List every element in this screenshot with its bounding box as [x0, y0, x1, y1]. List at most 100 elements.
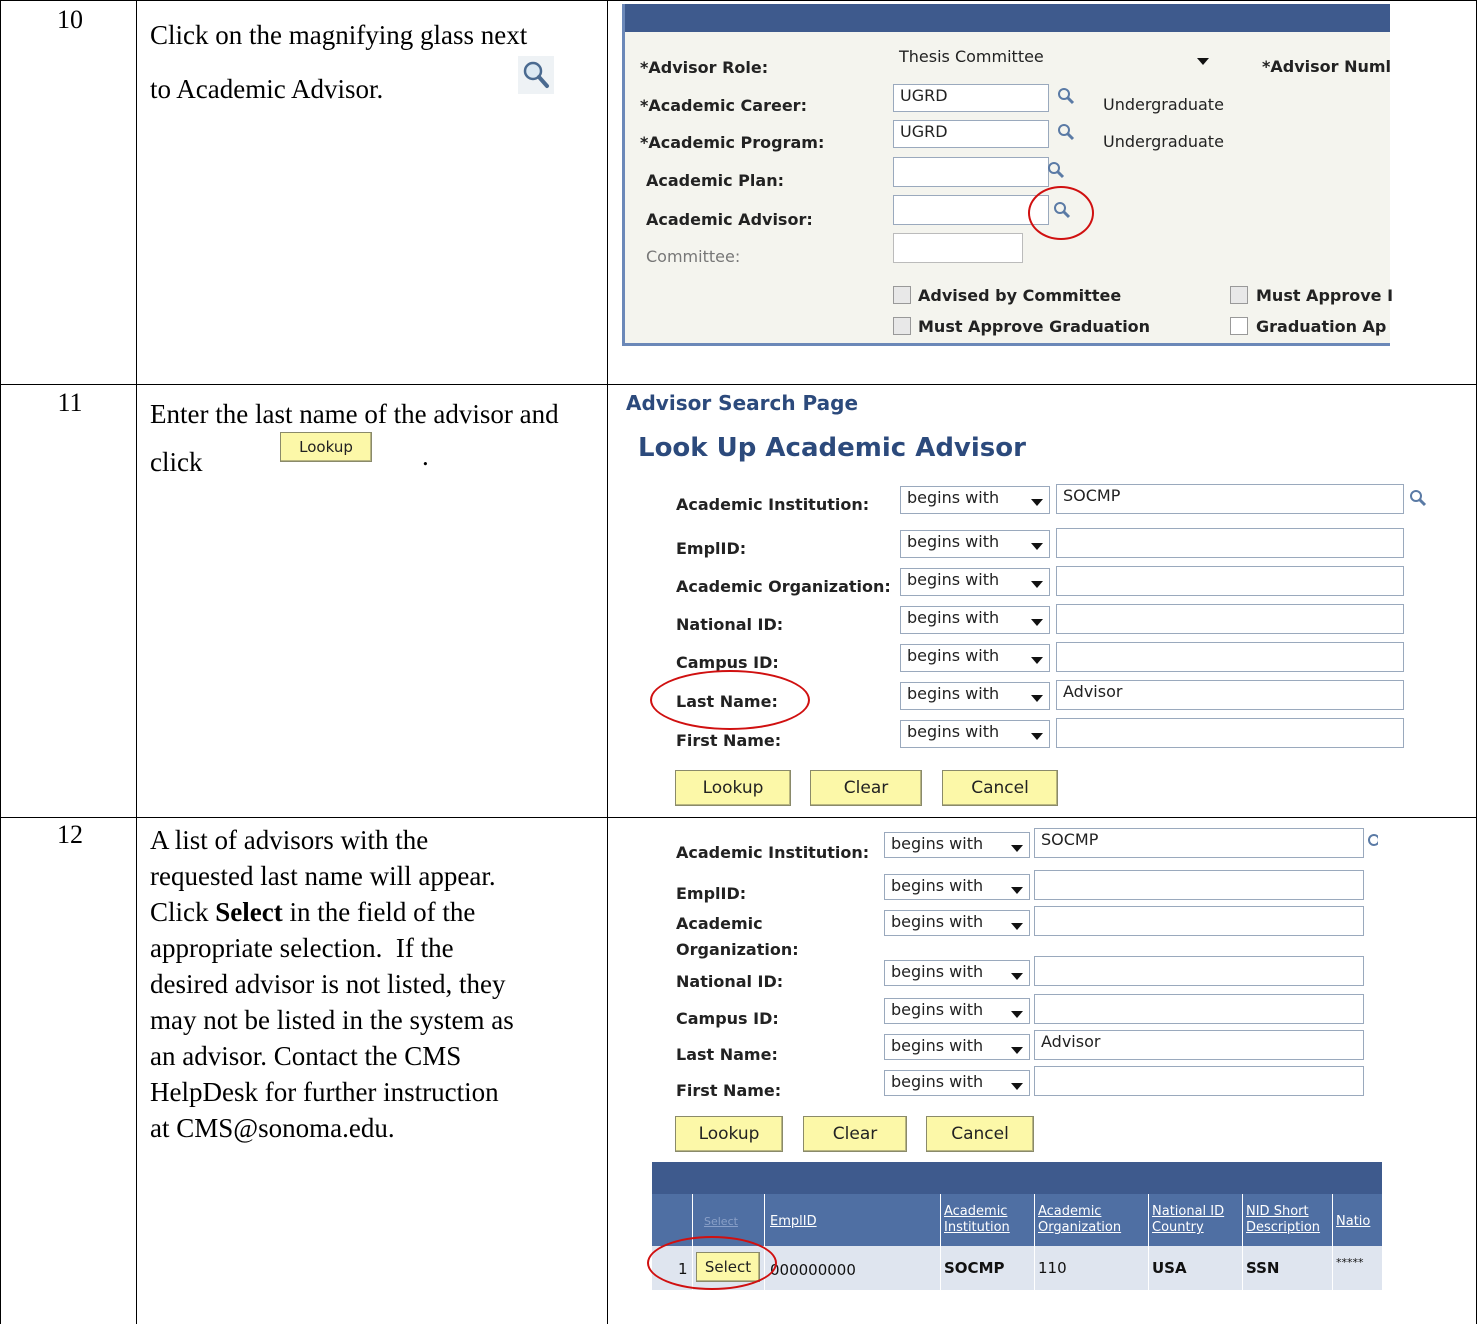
step-10-instruction: Click on the magnifying glass next to Ac… [150, 8, 550, 116]
academic-advisor-input[interactable] [893, 195, 1049, 225]
lookup-organization-input[interactable] [1056, 566, 1404, 596]
results-organization-label-line2: Organization: [676, 940, 799, 959]
academic-career-label: *Academic Career: [640, 96, 807, 115]
header-emplid[interactable]: EmplID [770, 1214, 817, 1230]
col-divider [940, 1194, 941, 1290]
row-organization: 110 [1038, 1259, 1067, 1277]
magnifying-glass-icon [518, 56, 554, 94]
results-campus-id-input[interactable] [1034, 994, 1364, 1024]
advised-by-committee-label: Advised by Committee [918, 286, 1122, 305]
must-approve-graduation-checkbox[interactable] [893, 317, 911, 335]
header-institution-line1[interactable]: Academic [944, 1204, 1007, 1220]
lookup-last-name-input[interactable]: Advisor [1056, 680, 1404, 710]
results-emplid-operator[interactable]: begins with [884, 874, 1030, 900]
academic-career-input[interactable]: UGRD [893, 84, 1049, 112]
results-institution-input[interactable]: SOCMP [1034, 828, 1364, 858]
lookup-campus-id-operator[interactable]: begins with [900, 644, 1050, 672]
header-country-line1[interactable]: National ID [1152, 1204, 1224, 1220]
graduation-app-checkbox[interactable] [1230, 317, 1248, 335]
results-lookup-button[interactable]: Lookup [675, 1116, 783, 1152]
cancel-button[interactable]: Cancel [942, 770, 1058, 806]
table-border-right [1476, 0, 1477, 1324]
step-12-line-3a: Click [150, 897, 216, 927]
chevron-down-icon [1031, 619, 1043, 626]
must-approve-checkbox[interactable] [1230, 286, 1248, 304]
lookup-button[interactable]: Lookup [675, 770, 791, 806]
table-row-divider-2 [0, 817, 1477, 818]
academic-program-description: Undergraduate [1103, 132, 1224, 151]
chevron-down-icon [1011, 1011, 1023, 1018]
results-organization-input[interactable] [1034, 906, 1364, 936]
academic-plan-input[interactable] [893, 157, 1049, 187]
col-divider [1148, 1194, 1149, 1290]
academic-plan-search-icon[interactable] [1046, 160, 1066, 180]
committee-input [893, 233, 1023, 263]
lookup-button-inline: Lookup [280, 432, 372, 462]
lookup-emplid-operator[interactable]: begins with [900, 530, 1050, 558]
chevron-down-icon [1031, 543, 1043, 550]
results-national-id-operator[interactable]: begins with [884, 960, 1030, 986]
header-nid-line2[interactable]: Description [1246, 1220, 1320, 1236]
academic-program-input[interactable]: UGRD [893, 120, 1049, 148]
row-nid: SSN [1246, 1259, 1280, 1277]
lookup-campus-id-input[interactable] [1056, 642, 1404, 672]
operator-value: begins with [891, 1072, 984, 1091]
results-first-name-operator[interactable]: begins with [884, 1070, 1030, 1096]
header-organization-line2[interactable]: Organization [1038, 1220, 1121, 1236]
lookup-emplid-input[interactable] [1056, 528, 1404, 558]
chevron-down-icon [1011, 1083, 1023, 1090]
academic-career-search-icon[interactable] [1056, 86, 1076, 106]
lookup-national-id-operator[interactable]: begins with [900, 606, 1050, 634]
committee-label: Committee: [646, 247, 741, 266]
results-last-name-operator[interactable]: begins with [884, 1034, 1030, 1060]
lookup-first-name-input[interactable] [1056, 718, 1404, 748]
step-12-line-4: appropriate selection. If the [150, 933, 454, 963]
operator-value: begins with [891, 962, 984, 981]
results-cancel-button[interactable]: Cancel [926, 1116, 1034, 1152]
header-institution-line2[interactable]: Institution [944, 1220, 1010, 1236]
step-12-instruction: A list of advisors with the requested la… [150, 822, 600, 1146]
highlight-circle-last-name [650, 670, 810, 730]
results-clear-button[interactable]: Clear [803, 1116, 907, 1152]
lookup-institution-operator[interactable]: begins with [900, 486, 1050, 514]
results-last-name-label: Last Name: [676, 1045, 778, 1064]
step-12-line-5: desired advisor is not listed, they [150, 969, 506, 999]
results-organization-operator[interactable]: begins with [884, 910, 1030, 936]
academic-career-description: Undergraduate [1103, 95, 1224, 114]
results-institution-search-icon[interactable] [1366, 832, 1380, 852]
lookup-institution-input[interactable]: SOCMP [1056, 484, 1404, 514]
results-last-name-input[interactable]: Advisor [1034, 1030, 1364, 1060]
header-select[interactable]: Select [704, 1214, 738, 1230]
operator-value: begins with [907, 722, 1000, 741]
operator-value: begins with [891, 1000, 984, 1019]
step-number-10: 10 [57, 5, 83, 34]
must-approve-graduation-label: Must Approve Graduation [918, 317, 1151, 336]
results-institution-operator[interactable]: begins with [884, 832, 1030, 858]
chevron-down-icon [1011, 973, 1023, 980]
header-country-line2[interactable]: Country [1152, 1220, 1204, 1236]
chevron-down-icon [1011, 923, 1023, 930]
results-national-id-input[interactable] [1034, 956, 1364, 986]
step-12-line-3b: in the field of the [282, 897, 476, 927]
results-first-name-input[interactable] [1034, 1066, 1364, 1096]
lookup-organization-operator[interactable]: begins with [900, 568, 1050, 596]
lookup-last-name-operator[interactable]: begins with [900, 682, 1050, 710]
header-nid-line1[interactable]: NID Short [1246, 1204, 1309, 1220]
advisor-form-header-bar [625, 4, 1390, 32]
header-organization-line1[interactable]: Academic [1038, 1204, 1101, 1220]
step-12-line-6: may not be listed in the system as [150, 1005, 514, 1035]
advisor-role-select[interactable]: Thesis Committee [893, 46, 1215, 72]
chevron-down-icon [1197, 58, 1209, 65]
clear-button[interactable]: Clear [810, 770, 922, 806]
results-campus-id-operator[interactable]: begins with [884, 998, 1030, 1024]
chevron-down-icon [1031, 581, 1043, 588]
lookup-first-name-operator[interactable]: begins with [900, 720, 1050, 748]
academic-program-search-icon[interactable] [1056, 122, 1076, 142]
advised-by-committee-checkbox[interactable] [893, 286, 911, 304]
header-national[interactable]: Natio [1336, 1214, 1370, 1230]
lookup-national-id-input[interactable] [1056, 604, 1404, 634]
academic-advisor-label: Academic Advisor: [646, 210, 813, 229]
lookup-organization-label: Academic Organization: [676, 577, 891, 596]
results-emplid-input[interactable] [1034, 870, 1364, 900]
lookup-institution-search-icon[interactable] [1408, 488, 1428, 508]
